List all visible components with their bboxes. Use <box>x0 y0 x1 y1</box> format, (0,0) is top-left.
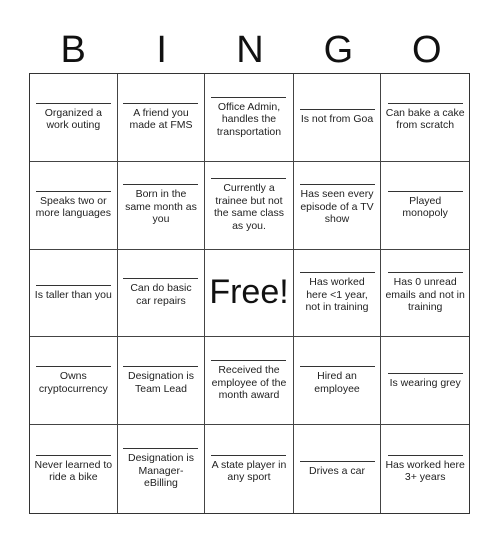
name-signature-line <box>123 184 199 186</box>
cell-prompt: Has worked here 3+ years <box>385 458 465 484</box>
name-signature-line <box>211 178 287 180</box>
cell-prompt: Drives a car <box>308 464 365 477</box>
cell-prompt: Speaks two or more languages <box>35 194 111 220</box>
cell-prompt: Owns cryptocurrency <box>38 370 108 395</box>
bingo-cell[interactable]: Is taller than you <box>30 249 118 338</box>
header-letter-n: N <box>236 29 264 71</box>
cell-prompt: Designation is Manager-eBilling <box>128 452 194 490</box>
free-label: Free! <box>209 273 289 312</box>
header-letter-g: G <box>323 29 354 71</box>
cell-prompt: Is taller than you <box>34 288 112 301</box>
cell-prompt: Never learned to ride a bike <box>34 458 113 484</box>
bingo-cell[interactable]: Born in the same month as you <box>117 161 206 250</box>
cell-prompt: Organized a work outing <box>44 106 102 132</box>
name-signature-line <box>387 190 463 192</box>
bingo-cell[interactable]: Office Admin, handles the transportation <box>205 74 294 162</box>
name-signature-line <box>123 366 199 368</box>
name-signature-line <box>299 272 375 274</box>
bingo-cell[interactable]: Received the employee of the month award <box>205 337 294 426</box>
cell-prompt: Has 0 unread emails and not in training <box>385 276 465 314</box>
name-signature-line <box>35 454 111 456</box>
name-signature-line <box>387 102 463 104</box>
name-signature-line <box>35 102 111 104</box>
cell-prompt: Designation is Team Lead <box>128 370 194 395</box>
bingo-cell[interactable]: Currently a trainee but not the same cla… <box>205 161 294 250</box>
cell-prompt: A state player in any sport <box>211 458 287 484</box>
cell-prompt: Can do basic car repairs <box>130 282 192 307</box>
cell-prompt: Has worked here <1 year, not in training <box>305 276 369 314</box>
name-signature-line <box>123 448 199 450</box>
name-signature-line <box>387 272 463 274</box>
name-signature-line <box>35 366 111 368</box>
name-signature-line <box>211 454 287 456</box>
bingo-cell[interactable]: A friend you made at FMS <box>117 74 206 162</box>
name-signature-line <box>299 109 375 111</box>
header-letter-b: B <box>60 29 86 71</box>
cell-prompt: Has seen every episode of a TV show <box>300 188 374 226</box>
bingo-cell[interactable]: Designation is Team Lead <box>117 337 206 426</box>
bingo-header: B I N G O <box>29 28 471 72</box>
name-signature-line <box>299 184 375 186</box>
header-letter-i: I <box>156 29 167 71</box>
name-signature-line <box>35 190 111 192</box>
bingo-cell[interactable]: Is wearing grey <box>381 337 469 426</box>
name-signature-line <box>299 366 375 368</box>
bingo-cell[interactable]: Owns cryptocurrency <box>30 337 118 426</box>
cell-prompt: Hired an employee <box>314 370 360 395</box>
name-signature-line <box>299 460 375 462</box>
bingo-cell[interactable]: Drives a car <box>294 425 382 513</box>
cell-prompt: Is not from Goa <box>300 113 374 126</box>
bingo-cell[interactable]: A state player in any sport <box>205 425 294 513</box>
cell-prompt: A friend you made at FMS <box>129 106 193 132</box>
bingo-cell[interactable]: Has worked here <1 year, not in training <box>293 249 382 338</box>
bingo-cell[interactable]: Speaks two or more languages <box>30 161 118 250</box>
name-signature-line <box>211 360 287 362</box>
bingo-cell[interactable]: Played monopoly <box>381 162 469 250</box>
name-signature-line <box>35 284 111 286</box>
cell-prompt: Received the employee of the month award <box>211 364 287 402</box>
name-signature-line <box>123 278 199 280</box>
name-signature-line <box>211 96 287 98</box>
bingo-cell[interactable]: Never learned to ride a bike <box>30 425 118 513</box>
name-signature-line <box>123 102 199 104</box>
bingo-cell[interactable]: Hired an employee <box>293 337 382 426</box>
bingo-cell[interactable]: Can bake a cake from scratch <box>381 74 469 162</box>
bingo-cell[interactable]: Has worked here 3+ years <box>381 425 469 513</box>
bingo-cell[interactable]: Is not from Goa <box>293 74 382 162</box>
cell-prompt: Born in the same month as you <box>125 188 197 226</box>
cell-prompt: Office Admin, handles the transportation <box>216 100 282 138</box>
bingo-cell[interactable]: Can do basic car repairs <box>117 249 206 338</box>
name-signature-line <box>387 454 463 456</box>
cell-prompt: Can bake a cake from scratch <box>385 106 465 132</box>
bingo-cell[interactable]: Designation is Manager-eBilling <box>118 425 206 513</box>
free-space[interactable]: Free! <box>205 249 294 338</box>
header-letter-o: O <box>412 29 442 71</box>
bingo-grid: Organized a work outing A friend you made… <box>29 73 470 514</box>
cell-prompt: Currently a trainee but not the same cla… <box>213 182 284 232</box>
cell-prompt: Is wearing grey <box>389 376 461 389</box>
bingo-cell[interactable]: Has seen every episode of a TV show <box>293 161 382 250</box>
bingo-cell[interactable]: Has 0 unread emails and not in training <box>381 250 469 338</box>
name-signature-line <box>387 372 463 374</box>
cell-prompt: Played monopoly <box>402 194 448 220</box>
bingo-cell[interactable]: Organized a work outing <box>30 74 118 162</box>
